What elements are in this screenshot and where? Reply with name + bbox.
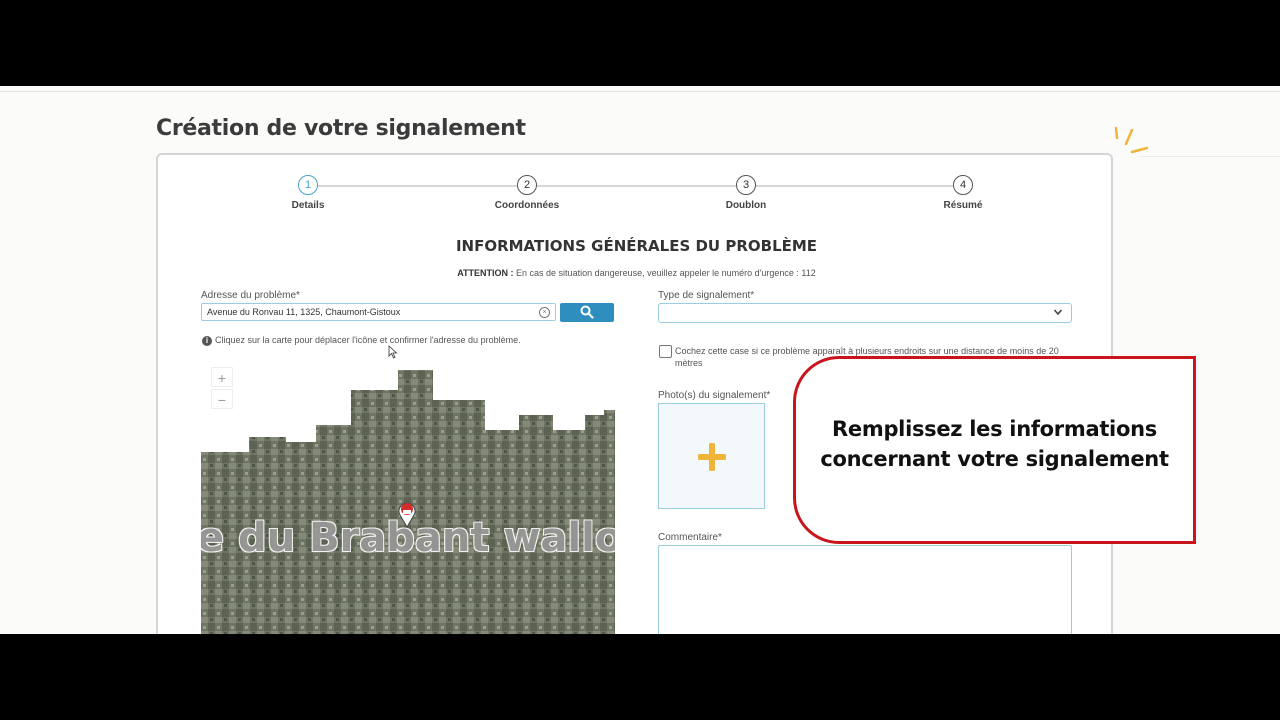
step-label: Résumé <box>943 200 983 211</box>
type-select[interactable] <box>658 303 1072 323</box>
add-photo-button[interactable] <box>658 403 765 509</box>
multiple-locations-checkbox[interactable] <box>659 345 672 358</box>
photo-label: Photo(s) du signalement* <box>658 390 771 401</box>
comment-label: Commentaire* <box>658 532 722 543</box>
step-number: 4 <box>953 175 973 195</box>
attention-label: ATTENTION : <box>457 268 514 278</box>
info-icon: i <box>202 336 212 346</box>
map-pin-icon[interactable] <box>396 500 418 528</box>
callout-line: concernant votre signalement <box>820 447 1169 471</box>
attention-notice: ATTENTION : En cas de situation dangereu… <box>158 268 1115 278</box>
map[interactable]: + − e du Brabant wallo <box>201 365 615 634</box>
address-input[interactable]: Avenue du Ronvau 11, 1325, Chaumont-Gist… <box>201 303 556 321</box>
zoom-in-button[interactable]: + <box>211 367 233 387</box>
step-label: Details <box>291 200 325 211</box>
step-resume[interactable]: 4 Résumé <box>903 175 1023 211</box>
address-hint-text: Cliquez sur la carte pour déplacer l'icô… <box>215 335 521 345</box>
plus-icon <box>698 443 726 471</box>
step-number: 3 <box>736 175 756 195</box>
search-icon <box>580 305 594 319</box>
cursor-icon <box>388 345 398 359</box>
divider <box>1140 156 1280 157</box>
page: Création de votre signalement 1 Details … <box>0 86 1280 634</box>
callout-line: Remplissez les informations <box>832 417 1157 441</box>
address-value: Avenue du Ronvau 11, 1325, Chaumont-Gist… <box>207 307 401 317</box>
attention-text: En cas de situation dangereuse, veuillez… <box>513 268 816 278</box>
type-label: Type de signalement* <box>658 290 755 301</box>
page-title: Création de votre signalement <box>156 116 526 141</box>
clear-icon[interactable]: × <box>539 307 550 318</box>
step-number: 2 <box>517 175 537 195</box>
stepper-track <box>308 185 963 187</box>
callout-text: Remplissez les informations concernant v… <box>820 414 1169 474</box>
chevron-down-icon <box>1053 309 1063 316</box>
sparkle-decoration-icon <box>1114 126 1149 154</box>
step-details[interactable]: 1 Details <box>248 175 368 211</box>
step-coordonnees[interactable]: 2 Coordonnées <box>467 175 587 211</box>
address-hint: i Cliquez sur la carte pour déplacer l'ic… <box>202 335 521 346</box>
step-number: 1 <box>298 175 318 195</box>
step-doublon[interactable]: 3 Doublon <box>686 175 806 211</box>
comment-textarea[interactable] <box>658 545 1072 634</box>
letterbox-bottom <box>0 634 1280 720</box>
instruction-callout: Remplissez les informations concernant v… <box>793 356 1196 544</box>
divider <box>0 91 1280 92</box>
step-label: Doublon <box>725 200 767 211</box>
address-label: Adresse du problème* <box>201 290 300 301</box>
letterbox-top <box>0 0 1280 86</box>
zoom-out-button[interactable]: − <box>211 389 233 409</box>
step-label: Coordonnées <box>494 200 560 211</box>
section-title: INFORMATIONS GÉNÉRALES DU PROBLÈME <box>455 237 818 255</box>
search-button[interactable] <box>560 303 614 322</box>
